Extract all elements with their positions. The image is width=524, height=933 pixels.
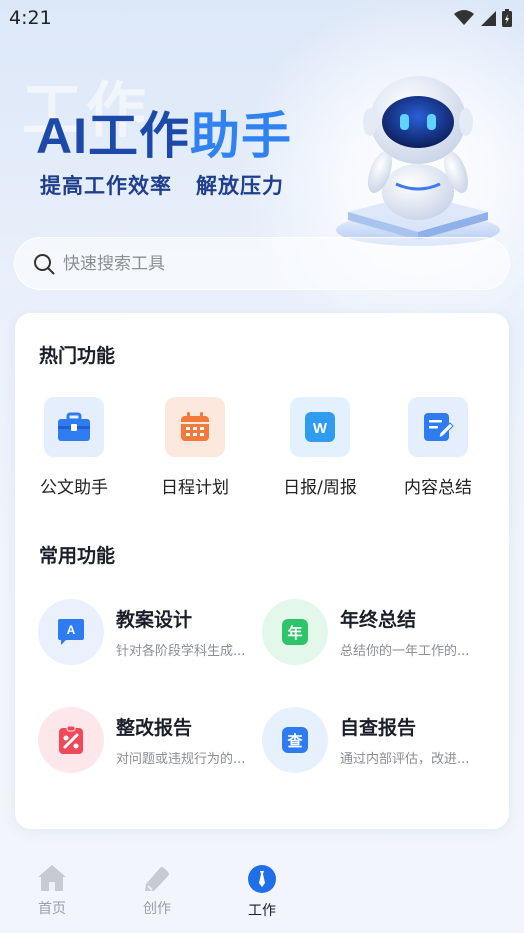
word-doc-icon: W <box>305 412 335 442</box>
search-input[interactable] <box>63 253 463 274</box>
svg-text:查: 查 <box>287 732 303 750</box>
hot-item-label: 公文助手 <box>40 478 108 498</box>
tab-label: 工作 <box>248 903 276 919</box>
home-icon <box>38 865 66 891</box>
tab-create[interactable]: 创作 <box>127 864 187 918</box>
year-end-icon: 年 <box>282 619 308 645</box>
hero-subtitle: 提高工作效率 解放压力 <box>40 170 284 200</box>
signal-icon <box>481 11 496 26</box>
svg-text:W: W <box>313 420 328 437</box>
common-item-desc: 对问题或违规行为的... <box>116 752 246 767</box>
pencil-icon <box>145 867 169 891</box>
svg-text:A: A <box>67 623 76 637</box>
hot-icon-box <box>165 397 225 457</box>
common-item-year-end-summary[interactable]: 年 年终总结 总结你的一年工作的... <box>262 599 492 665</box>
hot-icon-box: W <box>290 397 350 457</box>
hot-item-content-summary[interactable]: 内容总结 <box>383 397 493 498</box>
hot-item-label: 日程计划 <box>161 478 229 498</box>
common-icon-circle: A <box>38 599 104 665</box>
hot-item-label: 日报/周报 <box>283 478 357 498</box>
hot-item-daily-weekly-report[interactable]: W 日报/周报 <box>265 397 375 498</box>
hero-title-part1: AI工作 <box>36 108 190 164</box>
common-item-rectification-report[interactable]: 整改报告 对问题或违规行为的... <box>38 707 268 773</box>
hero-subtitle-right: 解放压力 <box>196 174 284 198</box>
common-icon-circle: 查 <box>262 707 328 773</box>
edit-note-icon <box>424 413 454 441</box>
common-item-title: 自查报告 <box>340 717 417 739</box>
status-time: 4:21 <box>9 7 52 29</box>
lesson-plan-icon: A <box>58 619 84 645</box>
tab-work[interactable]: 工作 <box>232 864 292 920</box>
battery-icon <box>502 9 512 27</box>
hot-item-label: 内容总结 <box>404 478 472 498</box>
features-card: 热门功能 公文助手 日程计划 W 日报/周报 内容总结 常用功能 A 教案设计 … <box>15 313 509 829</box>
tab-label: 创作 <box>143 901 171 917</box>
common-item-title: 整改报告 <box>116 717 193 739</box>
hot-item-official-docs[interactable]: 公文助手 <box>19 397 129 498</box>
robot-illustration <box>336 76 500 246</box>
calendar-icon <box>181 412 209 441</box>
hero-title-part2: 助手 <box>190 108 292 164</box>
svg-text:年: 年 <box>287 624 302 642</box>
common-item-desc: 总结你的一年工作的... <box>340 644 470 659</box>
common-item-self-check-report[interactable]: 查 自查报告 通过内部评估，改进... <box>262 707 492 773</box>
common-section-title: 常用功能 <box>39 545 116 567</box>
hot-icon-box <box>408 397 468 457</box>
common-item-desc: 针对各阶段学科生成... <box>116 644 246 659</box>
hot-section-title: 热门功能 <box>39 345 116 367</box>
tab-home[interactable]: 首页 <box>22 864 82 918</box>
common-icon-circle: 年 <box>262 599 328 665</box>
bottom-tab-bar: 首页 创作 工作 <box>0 848 524 933</box>
common-item-lesson-plan[interactable]: A 教案设计 针对各阶段学科生成... <box>38 599 268 665</box>
self-check-icon: 查 <box>282 727 308 753</box>
common-item-desc: 通过内部评估，改进... <box>340 752 470 767</box>
search-bar[interactable] <box>14 237 510 290</box>
search-icon <box>34 253 55 274</box>
status-bar: 4:21 <box>0 0 524 36</box>
common-icon-circle <box>38 707 104 773</box>
hot-icon-box <box>44 397 104 457</box>
tie-icon <box>248 865 276 893</box>
common-item-title: 教案设计 <box>116 609 193 631</box>
wifi-icon <box>454 10 474 25</box>
common-item-title: 年终总结 <box>340 609 417 631</box>
hero-subtitle-left: 提高工作效率 <box>40 174 172 198</box>
status-icons <box>454 9 512 27</box>
rectification-icon <box>59 725 83 754</box>
hot-item-schedule[interactable]: 日程计划 <box>140 397 250 498</box>
hero-title: AI工作助手 <box>36 96 292 168</box>
tab-label: 首页 <box>38 901 66 917</box>
briefcase-icon <box>58 412 90 441</box>
